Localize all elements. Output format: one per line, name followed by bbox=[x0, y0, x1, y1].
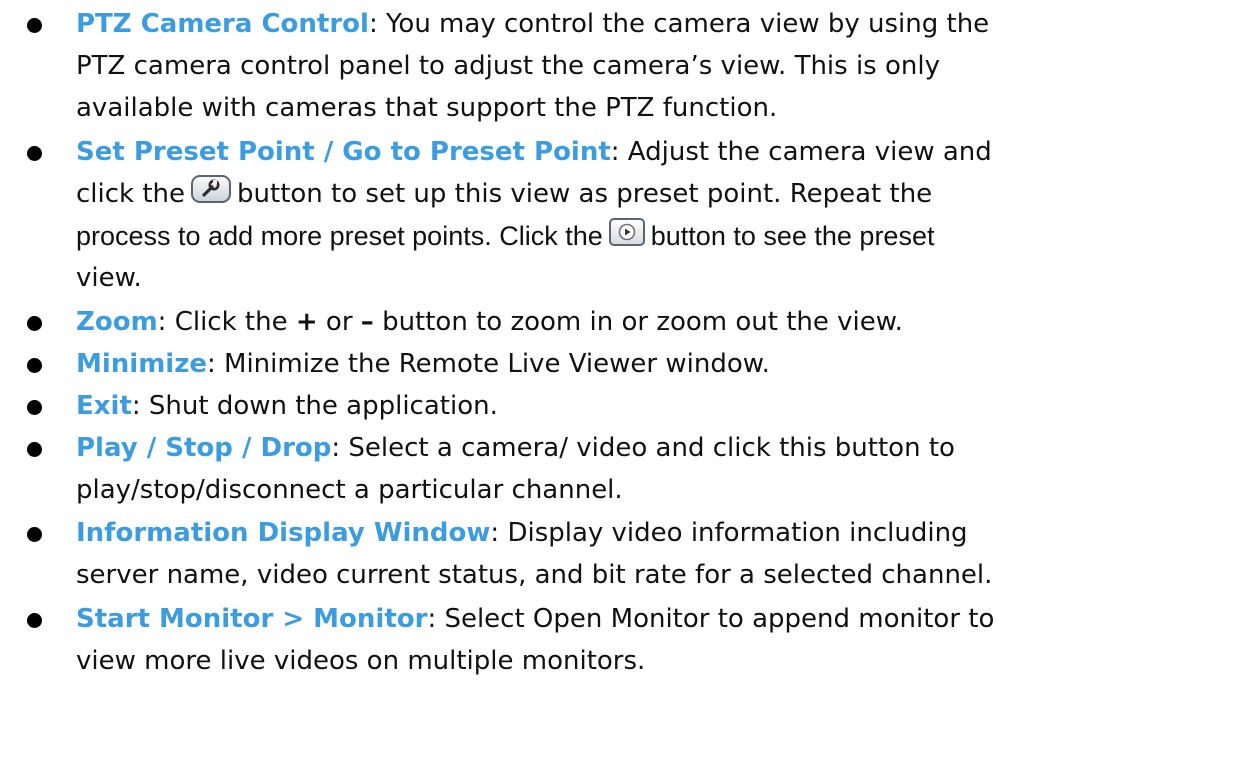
bullet-icon bbox=[27, 18, 42, 33]
term-play-stop-drop: Play / Stop / Drop bbox=[76, 433, 332, 463]
desc-line: process to add more preset points. Click… bbox=[76, 221, 603, 251]
desc-line: : Display video information including bbox=[490, 518, 968, 548]
desc-line: button to see the preset bbox=[650, 221, 935, 251]
desc-line: button to set up this view as preset poi… bbox=[237, 179, 933, 209]
desc-line: PTZ camera control panel to adjust the c… bbox=[76, 51, 940, 81]
term-minimize: Minimize bbox=[76, 349, 207, 379]
term-information-display-window: Information Display Window bbox=[76, 518, 491, 548]
term-start-monitor: Start Monitor > Monitor bbox=[76, 604, 428, 634]
bullet-icon bbox=[27, 316, 42, 331]
bullet-icon bbox=[27, 400, 42, 415]
play-icon bbox=[608, 217, 645, 246]
bullet-icon bbox=[27, 527, 42, 542]
term-ptz-camera-control: PTZ Camera Control bbox=[76, 9, 369, 39]
desc-line: server name, video current status, and b… bbox=[76, 560, 993, 590]
desc-text: : Click the bbox=[157, 307, 288, 337]
desc-text: button to zoom in or zoom out the view. bbox=[382, 307, 903, 337]
desc-line: : Select a camera/ video and click this … bbox=[331, 433, 955, 463]
desc-line: view more live videos on multiple monito… bbox=[76, 646, 646, 676]
desc-text: : Shut down the application. bbox=[131, 391, 498, 421]
bullet-icon bbox=[27, 358, 42, 373]
term-exit: Exit bbox=[76, 391, 132, 421]
desc-line: : Adjust the camera view and bbox=[610, 137, 992, 167]
desc-line: view. bbox=[76, 263, 142, 293]
desc-text: : Minimize the Remote Live Viewer window… bbox=[206, 349, 770, 379]
bullet-icon bbox=[27, 146, 42, 161]
plus-symbol: + bbox=[295, 307, 318, 337]
desc-text: or bbox=[325, 307, 353, 337]
desc-line: available with cameras that support the … bbox=[76, 93, 778, 123]
desc-line: play/stop/disconnect a particular channe… bbox=[76, 475, 623, 505]
bullet-icon bbox=[27, 613, 42, 628]
wrench-icon bbox=[191, 174, 232, 203]
term-zoom: Zoom bbox=[76, 307, 158, 337]
bullet-icon bbox=[27, 442, 42, 457]
desc-line: : Select Open Monitor to append monitor … bbox=[427, 604, 995, 634]
minus-symbol: – bbox=[360, 307, 374, 337]
term-set-preset-point: Set Preset Point / Go to Preset Point bbox=[76, 137, 611, 167]
desc-line: click the bbox=[76, 179, 186, 209]
desc-line: : You may control the camera view by usi… bbox=[368, 9, 990, 39]
